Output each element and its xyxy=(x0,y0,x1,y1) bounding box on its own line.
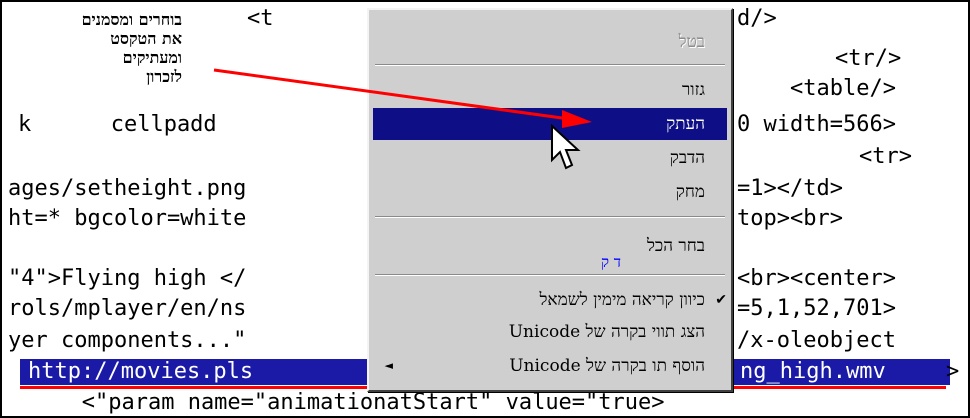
notepad-text-area[interactable]: <t d/> <tr/> <table/> k cellpadd 0 width… xyxy=(0,0,970,418)
annotation-arrow-icon xyxy=(213,68,592,128)
mouse-pointer-icon xyxy=(551,124,581,170)
